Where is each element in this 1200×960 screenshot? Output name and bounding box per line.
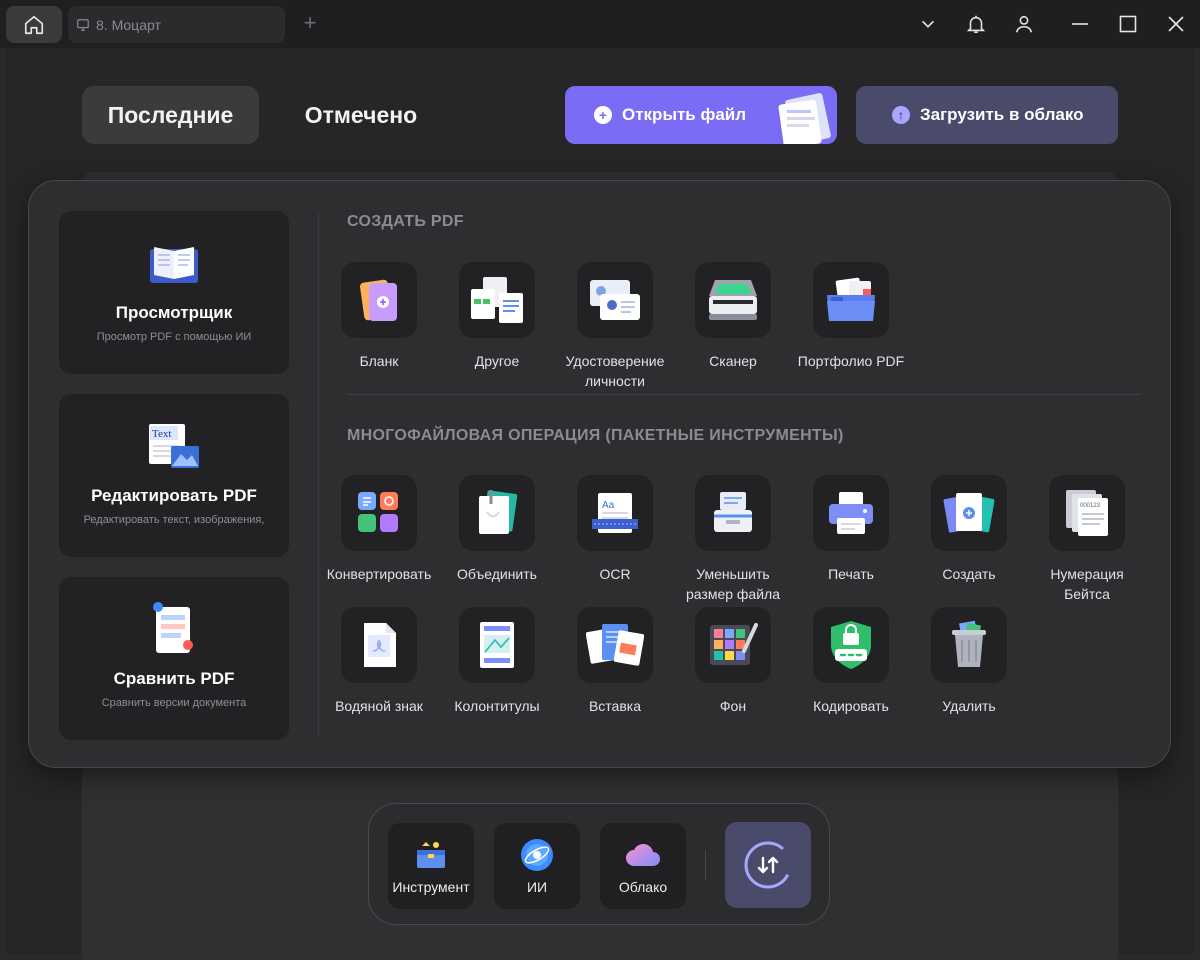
tool-ocr[interactable]: Aa OCR [556, 475, 674, 584]
compare-pdf-title: Сравнить PDF [113, 669, 235, 688]
minimize-icon [1072, 23, 1088, 25]
document-tab[interactable]: 8. Моцарт [68, 6, 285, 43]
toolbox-icon [417, 842, 445, 868]
dock-collapse-button[interactable] [725, 822, 811, 908]
maximize-button[interactable] [1114, 10, 1142, 38]
close-icon [1168, 16, 1184, 32]
printer-icon [829, 492, 873, 534]
open-file-button[interactable]: + Открыть файл [565, 86, 837, 144]
create-section-title: СОЗДАТЬ PDF [347, 213, 464, 230]
tool-print[interactable]: Печать [792, 475, 910, 584]
tool-compress[interactable]: Уменьшить размер файла [674, 475, 792, 604]
ocr-icon-text: Aa [602, 500, 615, 511]
section-divider [347, 394, 1141, 395]
upload-cloud-button[interactable]: ↑ Загрузить в облако [856, 86, 1118, 144]
tool-id-card[interactable]: Удостоверение личности [556, 262, 674, 391]
account-button[interactable] [1010, 10, 1038, 38]
dock-ai-button[interactable]: ИИ [494, 823, 580, 909]
bottom-dock: Инструмент ИИ Облако [368, 803, 830, 925]
tool-portfolio[interactable]: Портфолио PDF [792, 262, 910, 371]
tool-bates[interactable]: 000123 Нумерация Бейтса [1028, 475, 1146, 604]
home-button[interactable] [6, 6, 62, 43]
bell-icon [966, 15, 986, 34]
chevron-down-icon [922, 20, 934, 28]
plus-circle-icon: + [594, 106, 612, 124]
tool-header-footer[interactable]: Колонтитулы [438, 607, 556, 716]
edit-pdf-title: Редактировать PDF [91, 486, 257, 505]
tool-create[interactable]: Создать [910, 475, 1028, 584]
document-tab-label: 8. Моцарт [96, 16, 161, 33]
tool-merge[interactable]: Объединить [438, 475, 556, 584]
compare-icon [150, 601, 198, 657]
tool-delete[interactable]: Удалить [910, 607, 1028, 716]
upload-cloud-label: Загрузить в облако [920, 105, 1084, 124]
viewer-title: Просмотрщик [115, 303, 233, 322]
compare-pdf-card[interactable]: Сравнить PDF Сравнить версии документа [59, 577, 289, 740]
minimize-button[interactable] [1066, 10, 1094, 38]
id-card-icon [590, 280, 640, 320]
portfolio-icon [827, 277, 875, 321]
tool-watermark[interactable]: Водяной знак [320, 607, 438, 716]
blank-doc-icon [360, 279, 397, 321]
other-docs-icon [471, 277, 523, 323]
title-bar: 8. Моцарт + [0, 0, 1200, 48]
ocr-icon: Aa [592, 493, 638, 533]
bates-icon: 000123 [1066, 490, 1108, 536]
monitor-icon [77, 18, 89, 31]
bates-icon-text: 000123 [1080, 503, 1101, 509]
compress-icon [714, 492, 752, 532]
trash-icon [952, 620, 986, 667]
dock-divider [705, 850, 706, 880]
tab-recent[interactable]: Последние [82, 86, 259, 144]
dock-cloud-button[interactable]: Облако [600, 823, 686, 909]
background-icon [710, 623, 758, 665]
merge-icon [479, 490, 518, 534]
dropdown-button[interactable] [914, 10, 942, 38]
panel-divider [318, 213, 319, 738]
edit-pdf-subtitle: Редактировать текст, изображения, [83, 514, 265, 526]
documents-illustration-icon [778, 93, 831, 144]
viewer-subtitle: Просмотр PDF с помощью ИИ [96, 331, 252, 343]
tool-blank[interactable]: Бланк [320, 262, 438, 371]
dock-tools-button[interactable]: Инструмент [388, 823, 474, 909]
tool-scanner[interactable]: Сканер [674, 262, 792, 371]
swap-arrows-icon [744, 841, 792, 889]
tool-other[interactable]: Другое [438, 262, 556, 371]
insert-icon [586, 624, 644, 666]
watermark-icon [364, 623, 396, 667]
edit-icon-text: Text [152, 428, 171, 440]
cloud-icon [626, 843, 660, 866]
notifications-button[interactable] [962, 10, 990, 38]
tab-starred[interactable]: Отмечено [272, 86, 450, 144]
open-file-label: Открыть файл [622, 105, 747, 124]
tool-convert[interactable]: Конвертировать [320, 475, 438, 584]
create-icon [943, 493, 995, 533]
edit-pdf-card[interactable]: Text Редактировать PDF Редактировать тек… [59, 394, 289, 557]
maximize-icon [1119, 15, 1137, 33]
new-tab-button[interactable]: + [298, 12, 322, 36]
batch-section-title: МНОГОФАЙЛОВАЯ ОПЕРАЦИЯ (ПАКЕТНЫЕ ИНСТРУМ… [347, 427, 844, 444]
user-icon [1015, 15, 1033, 33]
compare-pdf-subtitle: Сравнить версии документа [101, 697, 247, 709]
header-footer-icon [480, 622, 514, 668]
home-icon [24, 15, 44, 34]
convert-icon [358, 492, 398, 532]
viewer-card[interactable]: Просмотрщик Просмотр PDF с помощью ИИ [59, 211, 289, 374]
close-button[interactable] [1162, 10, 1190, 38]
tool-background[interactable]: Фон [674, 607, 792, 716]
tools-panel: Просмотрщик Просмотр PDF с помощью ИИ Te… [28, 180, 1171, 768]
scanner-icon [709, 280, 757, 320]
book-icon [146, 235, 202, 291]
edit-text-icon: Text [145, 418, 203, 474]
encrypt-icon [831, 621, 871, 669]
ai-icon [521, 839, 553, 871]
upload-arrow-icon: ↑ [892, 106, 910, 124]
tool-insert[interactable]: Вставка [556, 607, 674, 716]
tool-encrypt[interactable]: Кодировать [792, 607, 910, 716]
